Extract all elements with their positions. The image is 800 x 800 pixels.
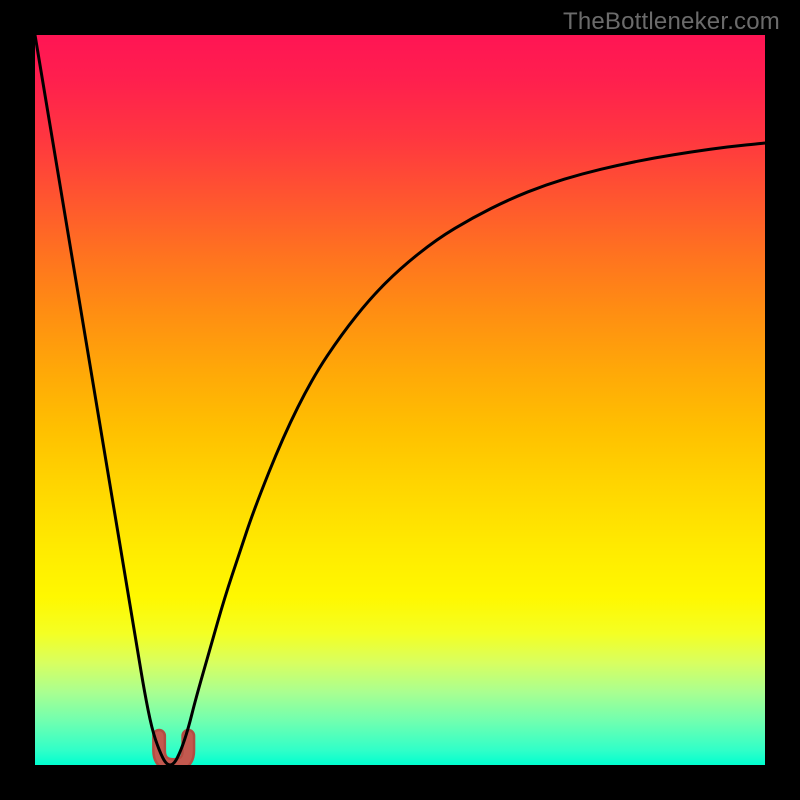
chart-svg [35, 35, 765, 765]
bottleneck-curve-path [35, 35, 765, 765]
watermark-text: TheBottleneker.com [563, 8, 780, 36]
plot-area [35, 35, 765, 765]
